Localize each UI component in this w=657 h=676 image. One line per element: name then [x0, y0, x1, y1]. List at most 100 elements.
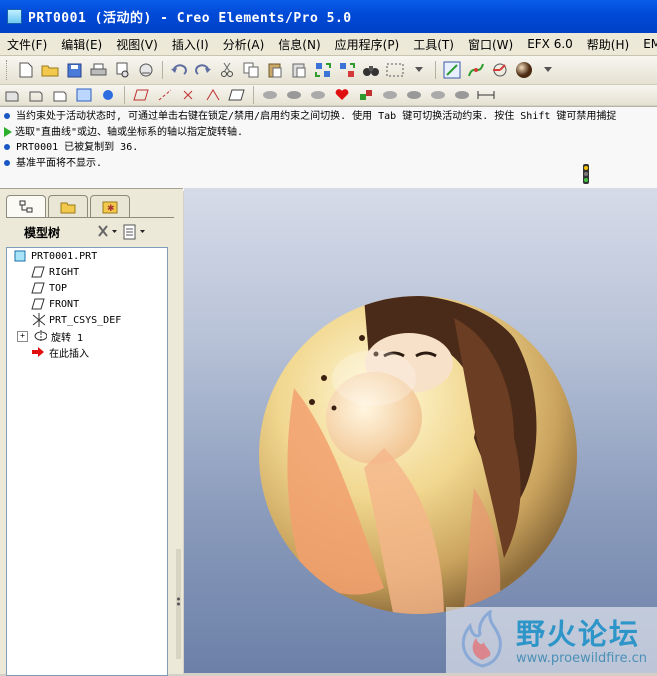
- app-icon: [7, 9, 22, 24]
- paste-icon[interactable]: [265, 60, 285, 80]
- sweep-icon[interactable]: [308, 85, 328, 105]
- sketch-icon[interactable]: [442, 60, 462, 80]
- appearance-dropdown-icon[interactable]: [538, 60, 558, 80]
- tab-model-tree[interactable]: [6, 195, 46, 218]
- menu-em[interactable]: EM: [636, 37, 657, 51]
- menu-info[interactable]: 信息(N): [271, 36, 327, 53]
- email-attach-icon[interactable]: [136, 60, 156, 80]
- watermark-url: www.proewildfire.cn: [516, 651, 647, 666]
- find-binoculars-icon[interactable]: [361, 60, 381, 80]
- hidden-line-icon[interactable]: [26, 85, 46, 105]
- navigator-tabs: ✱: [6, 195, 132, 218]
- menu-efx[interactable]: EFX 6.0: [520, 37, 580, 51]
- hole-icon[interactable]: [380, 85, 400, 105]
- menu-view[interactable]: 视图(V): [109, 36, 165, 53]
- shell-icon[interactable]: [404, 85, 424, 105]
- part-icon: [13, 250, 27, 262]
- favorites-icon: ✱: [102, 201, 118, 214]
- tree-item-csys[interactable]: PRT_CSYS_DEF: [7, 312, 167, 328]
- tree-item-insert-here[interactable]: 在此插入: [7, 344, 167, 360]
- heart-icon[interactable]: [332, 85, 352, 105]
- show-settings-icon[interactable]: [118, 223, 152, 241]
- menu-help[interactable]: 帮助(H): [580, 36, 636, 53]
- appearance-sphere-icon[interactable]: [514, 60, 534, 80]
- title-bar: PRT0001 (活动的) - Creo Elements/Pro 5.0: [0, 0, 657, 33]
- datum-axis-tool-icon[interactable]: [155, 85, 175, 105]
- info-dot-icon: [4, 159, 10, 166]
- regen-manager-icon[interactable]: [337, 60, 357, 80]
- info-dot-icon: [4, 144, 10, 150]
- datum-csys-tool-icon[interactable]: [203, 85, 223, 105]
- tree-item-front[interactable]: FRONT: [7, 296, 167, 312]
- message-line: 基准平面将不显示.: [0, 156, 657, 172]
- menu-applications[interactable]: 应用程序(P): [328, 36, 407, 53]
- panel-splitter[interactable]: [176, 549, 181, 659]
- watermark-title: 野火论坛: [516, 617, 641, 651]
- tree-item-revolve[interactable]: + 旋转 1: [7, 328, 167, 344]
- menu-window[interactable]: 窗口(W): [461, 36, 520, 53]
- model-tree-icon: [19, 200, 33, 213]
- textured-sphere-model[interactable]: [184, 188, 657, 673]
- redo-icon[interactable]: [193, 60, 213, 80]
- save-icon[interactable]: [64, 60, 84, 80]
- model-tree-header: 模型树: [6, 217, 174, 246]
- main-toolbar: [0, 56, 657, 85]
- email-icon[interactable]: [112, 60, 132, 80]
- navigator-panel: ✱ 模型树 PRT0001.PRT RIGHT TOP FRONT PRT_CS…: [0, 188, 183, 676]
- datum-point-tool-icon[interactable]: [179, 85, 199, 105]
- tools-settings-icon[interactable]: [96, 223, 118, 241]
- csys-tool-icon[interactable]: [490, 60, 510, 80]
- measure-icon[interactable]: [476, 85, 496, 105]
- datum-display-icon[interactable]: [227, 85, 247, 105]
- shaded-view-icon[interactable]: [2, 85, 22, 105]
- datum-curve-icon[interactable]: [466, 60, 486, 80]
- tab-folder-browser[interactable]: [48, 195, 88, 218]
- message-area: 当约束处于活动状态时, 可通过单击右键在锁定/禁用/启用约束之间切换. 使用 T…: [0, 106, 657, 191]
- blend-icon[interactable]: [356, 85, 376, 105]
- folder-icon: [60, 202, 76, 214]
- draft-icon[interactable]: [452, 85, 472, 105]
- paste-special-icon[interactable]: [289, 60, 309, 80]
- select-dropdown-icon[interactable]: [409, 60, 429, 80]
- rib-icon[interactable]: [428, 85, 448, 105]
- extrude-icon[interactable]: [260, 85, 280, 105]
- undo-icon[interactable]: [169, 60, 189, 80]
- revolve-tool-icon[interactable]: [284, 85, 304, 105]
- no-hidden-icon[interactable]: [50, 85, 70, 105]
- prompt-arrow-icon: [4, 126, 12, 137]
- open-folder-icon[interactable]: [40, 60, 60, 80]
- info-dot-icon: [4, 113, 10, 119]
- menu-insert[interactable]: 插入(I): [165, 36, 216, 53]
- print-icon[interactable]: [88, 60, 108, 80]
- tree-item-right[interactable]: RIGHT: [7, 264, 167, 280]
- spin-center-icon[interactable]: [98, 85, 118, 105]
- menu-edit[interactable]: 编辑(E): [54, 36, 109, 53]
- menu-file[interactable]: 文件(F): [0, 36, 54, 53]
- new-file-icon[interactable]: [16, 60, 36, 80]
- toolbar-separator: [124, 86, 125, 104]
- select-box-icon[interactable]: [385, 60, 405, 80]
- message-line: 选取"直曲线"或边、轴或坐标系的轴以指定旋转轴.: [0, 125, 657, 141]
- toolbar-separator: [435, 61, 436, 79]
- regenerate-icon[interactable]: [313, 60, 333, 80]
- graphics-viewport[interactable]: 野火论坛 www.proewildfire.cn: [184, 188, 657, 673]
- datum-plane-tool-icon[interactable]: [131, 85, 151, 105]
- cut-icon[interactable]: [217, 60, 237, 80]
- tree-item-part[interactable]: PRT0001.PRT: [7, 248, 167, 264]
- toolbar-grip[interactable]: [6, 60, 10, 80]
- message-line: 当约束处于活动状态时, 可通过单击右键在锁定/禁用/启用约束之间切换. 使用 T…: [0, 109, 657, 125]
- toolbar-separator: [162, 61, 163, 79]
- tree-item-top[interactable]: TOP: [7, 280, 167, 296]
- menu-bar: 文件(F) 编辑(E) 视图(V) 插入(I) 分析(A) 信息(N) 应用程序…: [0, 33, 657, 56]
- menu-tools[interactable]: 工具(T): [406, 36, 461, 53]
- expand-plus-icon[interactable]: +: [17, 330, 28, 342]
- message-line: PRT0001 已被复制到 36.: [0, 140, 657, 156]
- tab-favorites[interactable]: ✱: [90, 195, 130, 218]
- menu-analysis[interactable]: 分析(A): [216, 36, 272, 53]
- flame-logo-icon: [461, 610, 502, 668]
- window-title: PRT0001 (活动的) - Creo Elements/Pro 5.0: [28, 11, 352, 26]
- status-light-icon: [582, 164, 590, 184]
- insert-here-icon: [31, 346, 45, 358]
- copy-icon[interactable]: [241, 60, 261, 80]
- shading-active-icon[interactable]: [74, 85, 94, 105]
